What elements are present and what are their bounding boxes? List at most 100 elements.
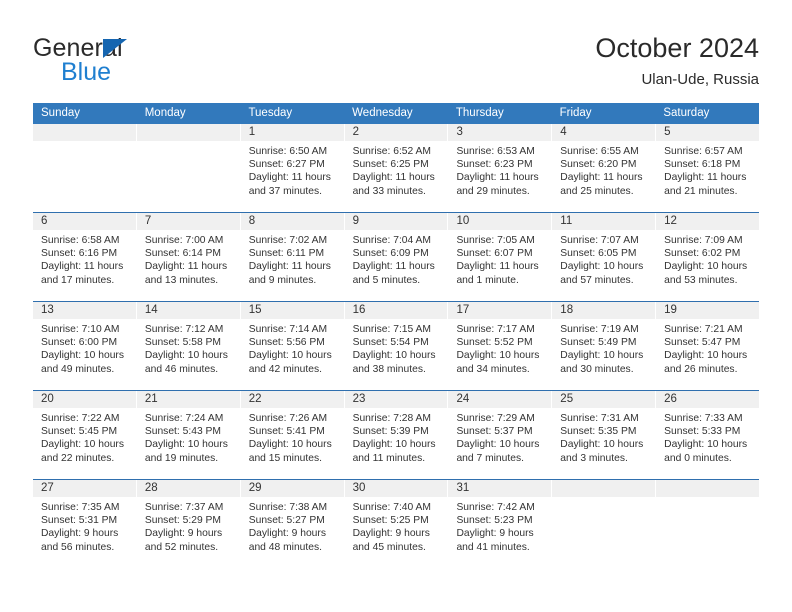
sunrise-text: Sunrise: 7:33 AM bbox=[664, 413, 743, 424]
calendar-day-cell[interactable]: 9 Sunrise: 7:04 AM Sunset: 6:09 PM Daylight… bbox=[344, 213, 449, 301]
calendar-day-cell[interactable]: 26 Sunrise: 7:33 AM Sunset: 5:33 PM Dayligh… bbox=[656, 391, 760, 479]
sunrise-text: Sunrise: 7:37 AM bbox=[144, 502, 224, 513]
calendar-day-cell[interactable]: 16 Sunrise: 7:15 AM Sunset: 5:54 PM Dayligh… bbox=[344, 302, 449, 390]
day-number bbox=[656, 480, 760, 497]
calendar-day-cell[interactable]: 8 Sunrise: 7:02 AM Sunset: 6:11 PM Daylight… bbox=[240, 213, 345, 301]
daylight-text-line2: and 37 minutes. bbox=[248, 185, 322, 197]
calendar-day-cell-empty bbox=[656, 480, 760, 568]
logo-text-blue: Blue bbox=[61, 58, 112, 86]
daylight-text-line1: Daylight: 10 hours bbox=[664, 350, 748, 362]
calendar-day-cell[interactable]: 3 Sunrise: 6:53 AM Sunset: 6:23 PM Daylight… bbox=[448, 124, 553, 212]
triangle-icon bbox=[103, 39, 127, 58]
daylight-text-line2: and 11 minutes. bbox=[352, 452, 426, 464]
day-details: Sunrise: 7:00 AM Sunset: 6:14 PM Daylight:… bbox=[137, 230, 240, 287]
sunset-text: Sunset: 5:58 PM bbox=[144, 337, 221, 349]
day-details: Sunrise: 7:26 AM Sunset: 5:41 PM Daylight:… bbox=[241, 408, 344, 465]
sunrise-text: Sunrise: 7:29 AM bbox=[456, 413, 535, 424]
sunrise-text: Sunrise: 6:58 AM bbox=[41, 235, 120, 246]
day-details: Sunrise: 6:50 AM Sunset: 6:27 PM Daylight:… bbox=[241, 141, 344, 198]
sunset-text: Sunset: 5:29 PM bbox=[144, 515, 221, 527]
calendar-day-cell[interactable]: 28 Sunrise: 7:37 AM Sunset: 5:29 PM Dayligh… bbox=[136, 480, 241, 568]
daylight-text-line1: Daylight: 10 hours bbox=[352, 439, 436, 451]
sunset-text: Sunset: 5:37 PM bbox=[456, 426, 533, 438]
calendar-day-cell[interactable]: 12 Sunrise: 7:09 AM Sunset: 6:02 PM Dayligh… bbox=[656, 213, 760, 301]
daylight-text-line1: Daylight: 10 hours bbox=[352, 350, 436, 362]
daylight-text-line2: and 5 minutes. bbox=[352, 274, 421, 286]
sunrise-text: Sunrise: 7:10 AM bbox=[41, 324, 120, 335]
sunset-text: Sunset: 5:54 PM bbox=[352, 337, 429, 349]
calendar-day-cell[interactable]: 21 Sunrise: 7:24 AM Sunset: 5:43 PM Dayligh… bbox=[136, 391, 241, 479]
day-details: Sunrise: 7:14 AM Sunset: 5:56 PM Daylight:… bbox=[241, 319, 344, 376]
sunrise-text: Sunrise: 7:21 AM bbox=[664, 324, 743, 335]
calendar-day-cell[interactable]: 11 Sunrise: 7:07 AM Sunset: 6:05 PM Dayligh… bbox=[552, 213, 657, 301]
calendar-day-cell[interactable]: 7 Sunrise: 7:00 AM Sunset: 6:14 PM Daylight… bbox=[136, 213, 241, 301]
sunset-text: Sunset: 5:39 PM bbox=[352, 426, 429, 438]
calendar-day-cell[interactable]: 27 Sunrise: 7:35 AM Sunset: 5:31 PM Dayligh… bbox=[33, 480, 137, 568]
weekday-header-monday: Monday bbox=[144, 107, 186, 119]
sunrise-text: Sunrise: 7:09 AM bbox=[664, 235, 743, 246]
daylight-text-line1: Daylight: 9 hours bbox=[456, 528, 534, 540]
sunset-text: Sunset: 6:16 PM bbox=[41, 248, 118, 260]
weekday-header-friday: Friday bbox=[559, 107, 592, 119]
day-number: 1 bbox=[240, 124, 344, 141]
day-number: 3 bbox=[448, 124, 552, 141]
weekday-header-tuesday: Tuesday bbox=[248, 107, 293, 119]
daylight-text-line1: Daylight: 9 hours bbox=[352, 528, 430, 540]
daylight-text-line2: and 3 minutes. bbox=[560, 452, 628, 464]
daylight-text-line2: and 53 minutes. bbox=[664, 274, 738, 286]
daylight-text-line2: and 34 minutes. bbox=[456, 363, 530, 375]
sunrise-text: Sunrise: 7:35 AM bbox=[41, 502, 120, 513]
calendar-day-cell[interactable]: 14 Sunrise: 7:12 AM Sunset: 5:58 PM Dayligh… bbox=[136, 302, 241, 390]
calendar-day-cell[interactable]: 23 Sunrise: 7:28 AM Sunset: 5:39 PM Dayligh… bbox=[344, 391, 449, 479]
calendar-day-cell[interactable]: 24 Sunrise: 7:29 AM Sunset: 5:37 PM Dayligh… bbox=[448, 391, 553, 479]
day-number: 24 bbox=[448, 391, 552, 408]
calendar-day-cell[interactable]: 2 Sunrise: 6:52 AM Sunset: 6:25 PM Daylight… bbox=[344, 124, 449, 212]
sunset-text: Sunset: 5:33 PM bbox=[664, 426, 741, 438]
sunrise-text: Sunrise: 7:28 AM bbox=[352, 413, 431, 424]
calendar-day-cell[interactable]: 6 Sunrise: 6:58 AM Sunset: 6:16 PM Daylight… bbox=[33, 213, 137, 301]
calendar-day-cell[interactable]: 30 Sunrise: 7:40 AM Sunset: 5:25 PM Dayligh… bbox=[344, 480, 449, 568]
calendar-day-cell[interactable]: 19 Sunrise: 7:21 AM Sunset: 5:47 PM Dayligh… bbox=[656, 302, 760, 390]
sunset-text: Sunset: 5:31 PM bbox=[41, 515, 118, 527]
sunrise-text: Sunrise: 7:26 AM bbox=[248, 413, 328, 424]
daylight-text-line1: Daylight: 10 hours bbox=[248, 350, 332, 362]
daylight-text-line2: and 21 minutes. bbox=[664, 185, 738, 197]
calendar-day-cell[interactable]: 15 Sunrise: 7:14 AM Sunset: 5:56 PM Dayligh… bbox=[240, 302, 345, 390]
day-details: Sunrise: 7:22 AM Sunset: 5:45 PM Daylight:… bbox=[33, 408, 136, 465]
calendar-weeks: 1 Sunrise: 6:50 AM Sunset: 6:27 PM Daylight… bbox=[33, 124, 760, 568]
sunset-text: Sunset: 6:11 PM bbox=[248, 248, 325, 260]
calendar-day-cell[interactable]: 25 Sunrise: 7:31 AM Sunset: 5:35 PM Dayligh… bbox=[552, 391, 657, 479]
daylight-text-line2: and 52 minutes. bbox=[144, 541, 219, 553]
calendar-day-cell[interactable]: 18 Sunrise: 7:19 AM Sunset: 5:49 PM Dayligh… bbox=[552, 302, 657, 390]
calendar-day-cell[interactable]: 4 Sunrise: 6:55 AM Sunset: 6:20 PM Daylight… bbox=[552, 124, 657, 212]
calendar-day-cell[interactable]: 17 Sunrise: 7:17 AM Sunset: 5:52 PM Dayligh… bbox=[448, 302, 553, 390]
calendar-day-cell[interactable]: 20 Sunrise: 7:22 AM Sunset: 5:45 PM Dayligh… bbox=[33, 391, 137, 479]
calendar-day-cell[interactable]: 22 Sunrise: 7:26 AM Sunset: 5:41 PM Dayligh… bbox=[240, 391, 345, 479]
sunrise-text: Sunrise: 6:53 AM bbox=[456, 146, 535, 157]
day-number: 31 bbox=[448, 480, 552, 497]
calendar-day-cell[interactable]: 31 Sunrise: 7:42 AM Sunset: 5:23 PM Dayligh… bbox=[448, 480, 553, 568]
sunrise-text: Sunrise: 6:50 AM bbox=[248, 146, 328, 157]
day-number: 15 bbox=[240, 302, 344, 319]
sunset-text: Sunset: 5:45 PM bbox=[41, 426, 118, 438]
daylight-text-line2: and 15 minutes. bbox=[248, 452, 322, 464]
day-details: Sunrise: 7:15 AM Sunset: 5:54 PM Daylight:… bbox=[345, 319, 448, 376]
day-details: Sunrise: 7:02 AM Sunset: 6:11 PM Daylight:… bbox=[241, 230, 344, 287]
calendar-day-cell-empty bbox=[552, 480, 657, 568]
daylight-text-line2: and 9 minutes. bbox=[248, 274, 317, 286]
sunset-text: Sunset: 6:00 PM bbox=[41, 337, 118, 349]
day-number: 28 bbox=[136, 480, 240, 497]
calendar-day-cell[interactable]: 1 Sunrise: 6:50 AM Sunset: 6:27 PM Daylight… bbox=[240, 124, 345, 212]
sunrise-text: Sunrise: 6:52 AM bbox=[352, 146, 431, 157]
calendar-day-cell[interactable]: 29 Sunrise: 7:38 AM Sunset: 5:27 PM Dayligh… bbox=[240, 480, 345, 568]
day-number: 18 bbox=[552, 302, 656, 319]
daylight-text-line1: Daylight: 11 hours bbox=[248, 172, 331, 184]
day-number: 25 bbox=[552, 391, 656, 408]
calendar-day-cell[interactable]: 5 Sunrise: 6:57 AM Sunset: 6:18 PM Daylight… bbox=[656, 124, 760, 212]
calendar-day-cell[interactable]: 13 Sunrise: 7:10 AM Sunset: 6:00 PM Dayligh… bbox=[33, 302, 137, 390]
calendar-day-cell[interactable]: 10 Sunrise: 7:05 AM Sunset: 6:07 PM Dayligh… bbox=[448, 213, 553, 301]
general-blue-logo: General Blue bbox=[33, 36, 263, 86]
sunset-text: Sunset: 6:23 PM bbox=[456, 159, 533, 171]
day-details: Sunrise: 7:21 AM Sunset: 5:47 PM Daylight:… bbox=[656, 319, 759, 376]
daylight-text-line2: and 19 minutes. bbox=[144, 452, 219, 464]
